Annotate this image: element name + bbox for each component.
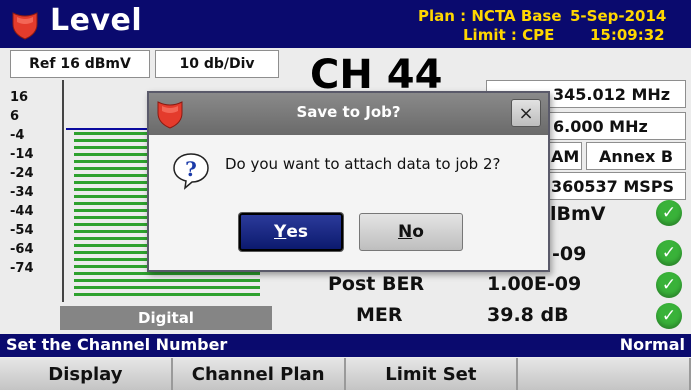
- y-tick-label: 6: [10, 109, 20, 124]
- level-bar-segment: [74, 272, 260, 275]
- symbol-rate-value: 360537 MSPS: [551, 176, 675, 196]
- status-mode: Normal: [619, 335, 685, 354]
- time-label: 15:09:32: [590, 26, 665, 44]
- modulation-value: AM: [551, 146, 580, 166]
- shield-logo-icon: [12, 12, 38, 40]
- channel-plan-softkey[interactable]: Channel Plan: [172, 358, 346, 390]
- pass-check-icon: ✓: [656, 200, 682, 226]
- status-message: Set the Channel Number: [6, 335, 228, 354]
- pass-check-icon: ✓: [656, 272, 682, 298]
- reference-level-button[interactable]: Ref 16 dBmV: [10, 50, 150, 78]
- no-button[interactable]: No: [359, 213, 463, 251]
- date-label: 5-Sep-2014: [570, 7, 667, 25]
- annex-field[interactable]: Annex B: [586, 142, 686, 170]
- app-title: Level: [50, 3, 143, 38]
- pass-check-icon: ✓: [656, 303, 682, 329]
- yes-label: es: [286, 222, 308, 242]
- y-tick-label: -14: [10, 147, 34, 162]
- save-to-job-dialog: Save to Job? × ? Do you want to attach d…: [147, 91, 550, 272]
- mer-value: 39.8 dB: [487, 304, 569, 326]
- limit-set-softkey[interactable]: Limit Set: [345, 358, 519, 390]
- frequency-value: 345.012 MHz: [553, 84, 671, 104]
- softkey-bar: Display Channel Plan Limit Set: [0, 358, 691, 390]
- yes-button[interactable]: Yes: [239, 213, 343, 251]
- post-ber-label: Post BER: [328, 273, 425, 295]
- bandwidth-value: 6.000 MHz: [553, 116, 648, 136]
- app-header: Level Plan : NCTA Base Limit : CPE 5-Sep…: [0, 0, 691, 48]
- y-tick-label: -4: [10, 128, 25, 143]
- no-label: o: [412, 222, 424, 242]
- signal-type-label: Digital: [60, 306, 272, 330]
- level-value: lBmV: [550, 203, 606, 225]
- no-accelerator: N: [398, 222, 413, 242]
- question-icon: ?: [173, 153, 209, 190]
- dialog-message: Do you want to attach data to job 2?: [225, 155, 501, 173]
- plan-label: Plan : NCTA Base: [418, 7, 562, 25]
- status-bar: Set the Channel Number Normal: [0, 334, 691, 357]
- pass-check-icon: ✓: [656, 240, 682, 266]
- mer-label: MER: [356, 304, 403, 326]
- level-bar-segment: [74, 293, 260, 296]
- dialog-titlebar: Save to Job? ×: [149, 93, 548, 135]
- y-tick-label: -54: [10, 223, 34, 238]
- y-tick-label: -24: [10, 166, 34, 181]
- level-bar-segment: [74, 286, 260, 289]
- y-tick-label: -64: [10, 242, 34, 257]
- post-ber-value: 1.00E-09: [487, 273, 582, 295]
- y-tick-label: -44: [10, 204, 34, 219]
- y-tick-label: -34: [10, 185, 34, 200]
- svg-text:?: ?: [185, 157, 197, 181]
- display-softkey[interactable]: Display: [0, 358, 173, 390]
- pre-ber-value: -09: [552, 243, 587, 265]
- limit-label: Limit : CPE: [463, 26, 555, 44]
- scale-button[interactable]: 10 db/Div: [155, 50, 279, 78]
- yes-accelerator: Y: [274, 222, 287, 242]
- close-button[interactable]: ×: [511, 99, 541, 127]
- y-tick-label: -74: [10, 261, 34, 276]
- level-bar-segment: [74, 279, 260, 282]
- empty-softkey[interactable]: [518, 358, 691, 390]
- dialog-title: Save to Job?: [296, 103, 401, 121]
- y-tick-label: 16: [10, 90, 29, 105]
